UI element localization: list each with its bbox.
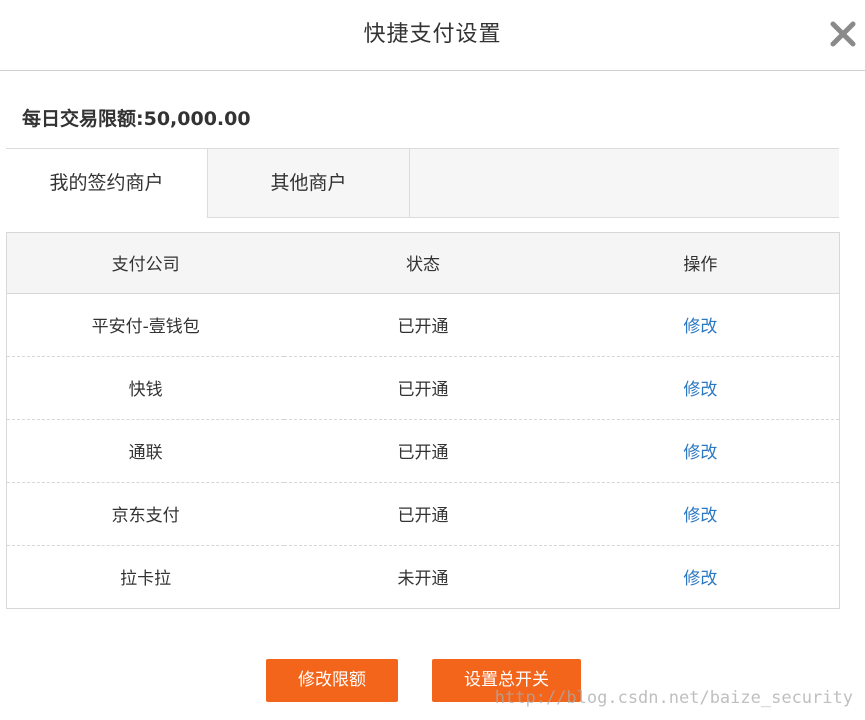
table-row: 平安付-壹钱包 已开通 修改 [7,293,839,357]
header-company: 支付公司 [7,233,285,294]
action-cell: 修改 [561,356,839,420]
dialog-header: 快捷支付设置 [0,0,865,71]
table-row: 通联 已开通 修改 [7,419,839,483]
tab-other-merchants[interactable]: 其他商户 [208,149,410,217]
close-icon[interactable] [829,20,857,48]
modify-limit-button[interactable]: 修改限额 [266,659,398,702]
edit-link[interactable]: 修改 [683,443,717,463]
action-cell: 修改 [561,419,839,483]
edit-link[interactable]: 修改 [683,317,717,337]
header-action: 操作 [561,233,839,294]
header-status: 状态 [284,233,562,294]
company-cell: 京东支付 [7,482,285,546]
status-cell: 未开通 [397,569,449,589]
company-cell: 拉卡拉 [120,569,172,589]
watermark-text: http://blog.csdn.net/baize_security [494,688,853,708]
edit-link[interactable]: 修改 [683,380,717,400]
action-cell: 修改 [561,293,839,357]
table-row: 拉卡拉 未开通 修改 [7,545,839,608]
merchant-tabs: 我的签约商户 其他商户 [6,148,839,218]
company-cell: 通联 [7,419,285,483]
payment-company-table: 支付公司 状态 操作 平安付-壹钱包 已开通 修改 快钱 已开通 修改 通联 已… [6,232,840,609]
company-cell: 快钱 [7,356,285,420]
tab-my-merchants[interactable]: 我的签约商户 [6,149,208,218]
action-cell: 修改 [562,545,839,608]
quick-pay-settings-dialog: 快捷支付设置 每日交易限额:50,000.00 我的签约商户 其他商户 支付公司… [0,0,865,720]
edit-link[interactable]: 修改 [683,569,717,589]
company-cell: 平安付-壹钱包 [7,293,285,357]
daily-limit-text: 每日交易限额:50,000.00 [22,108,251,130]
status-cell: 已开通 [284,419,562,483]
action-cell: 修改 [561,482,839,546]
edit-link[interactable]: 修改 [683,506,717,526]
dialog-title: 快捷支付设置 [363,22,502,47]
table-row: 京东支付 已开通 修改 [7,482,839,546]
table-row: 快钱 已开通 修改 [7,356,839,420]
status-cell: 已开通 [284,482,562,546]
status-cell: 已开通 [284,293,562,357]
status-cell: 已开通 [284,356,562,420]
table-header-row: 支付公司 状态 操作 [7,233,839,294]
